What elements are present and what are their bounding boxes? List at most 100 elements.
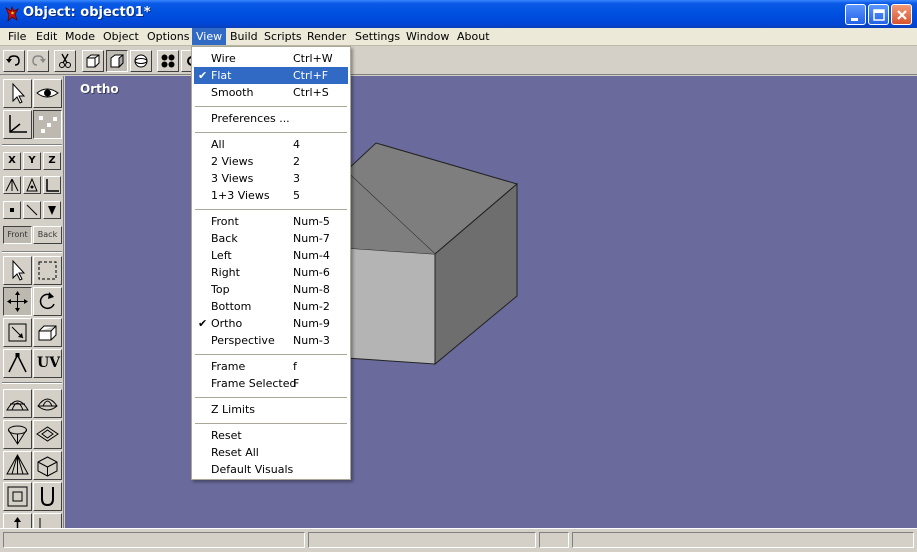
pivot-icon [5,178,19,192]
view-menu-item-right[interactable]: Right Num-6 [194,264,348,281]
menu-edit[interactable]: Edit [32,28,61,45]
redo-button[interactable] [27,50,49,72]
line-icon [26,204,38,216]
menu-render[interactable]: Render [303,28,350,45]
view-menu-item-top[interactable]: Top Num-8 [194,281,348,298]
menu-about[interactable]: About [453,28,494,45]
view-menu-item-frame-selected[interactable]: Frame Selected F [194,375,348,392]
mesh-dome-button[interactable] [33,389,62,418]
view-menu-item-left[interactable]: Left Num-4 [194,247,348,264]
view-menu-item-ortho[interactable]: ✔ Ortho Num-9 [194,315,348,332]
points-tool-button[interactable] [33,110,62,139]
mesh-pyramid-button[interactable] [3,451,32,480]
mesh-cone-button[interactable] [3,420,32,449]
sphere-button[interactable] [130,50,152,72]
menu-window[interactable]: Window [402,28,453,45]
view-menu-item-frame[interactable]: Frame f [194,358,348,375]
wedge-button[interactable] [33,513,62,528]
arrow-pointer-icon [12,82,26,104]
menu-item-label: Perspective [211,334,275,347]
menu-object[interactable]: Object [99,28,143,45]
view-menu-item-smooth[interactable]: Smooth Ctrl+S [194,84,348,101]
menu-view[interactable]: View [192,28,227,45]
select-tool-button[interactable] [3,79,32,108]
view-box-icon [110,54,124,69]
mesh-torus-button[interactable] [33,420,62,449]
arrow-pointer-icon [12,259,26,281]
view-menu-item-1-3-views[interactable]: 1+3 Views 5 [194,187,348,204]
move-tool-button[interactable] [3,287,32,316]
view-menu-item-reset[interactable]: Reset [194,427,348,444]
face-mode-button[interactable] [43,201,61,219]
extrude-tool-button[interactable] [33,318,62,347]
menu-item-shortcut: Num-9 [293,317,330,330]
menu-file[interactable]: File [4,28,30,45]
view-menu-item-flat[interactable]: ✔ Flat Ctrl+F [194,67,348,84]
undo-button[interactable] [3,50,25,72]
view-menu-item-reset-all[interactable]: Reset All [194,444,348,461]
menu-item-shortcut: 5 [293,189,300,202]
view-menu-item-z-limits[interactable]: Z Limits [194,401,348,418]
menu-options[interactable]: Options [143,28,193,45]
maximize-button[interactable] [868,4,889,25]
magnet-tool-button[interactable] [33,482,62,511]
menu-settings[interactable]: Settings [351,28,404,45]
point-mode-button[interactable] [3,201,21,219]
center-button[interactable] [23,176,41,194]
menu-bar: File Edit Mode Object Options View Build… [0,28,917,46]
menu-item-label: 1+3 Views [211,189,270,202]
menu-item-shortcut: Num-3 [293,334,330,347]
close-button[interactable] [891,4,912,25]
mesh-cube-button[interactable] [33,451,62,480]
menu-item-label: Frame Selected [211,377,297,390]
menu-build[interactable]: Build [226,28,262,45]
y-axis-button[interactable]: Y [23,152,41,170]
view-menu-item-back[interactable]: Back Num-7 [194,230,348,247]
cut-button[interactable] [54,50,76,72]
menu-mode[interactable]: Mode [61,28,99,45]
uv-tool-button[interactable]: UV [33,349,62,378]
corner-button[interactable] [43,176,61,194]
mesh-sphere-button[interactable] [3,389,32,418]
view-menu-item-all[interactable]: All 4 [194,136,348,153]
menu-scripts[interactable]: Scripts [260,28,306,45]
menu-item-shortcut: f [293,360,297,373]
scale-tool-button[interactable] [3,318,32,347]
z-axis-button[interactable]: Z [43,152,61,170]
view-menu-item-wire[interactable]: Wire Ctrl+W [194,50,348,67]
view-menu-item-bottom[interactable]: Bottom Num-2 [194,298,348,315]
front-button[interactable]: Front [3,226,32,244]
view-menu-item-3-views[interactable]: 3 Views 3 [194,170,348,187]
vertex-tool-button[interactable] [3,349,32,378]
minimize-button[interactable] [845,4,866,25]
view-cube-button[interactable] [82,50,104,72]
menu-item-label: 3 Views [211,172,254,185]
cut-icon [59,53,71,68]
view-menu-item-2-views[interactable]: 2 Views 2 [194,153,348,170]
edge-mode-button[interactable] [23,201,41,219]
rotate-tool-button[interactable] [33,287,62,316]
back-button[interactable]: Back [33,226,62,244]
axis-tool-button[interactable] [3,110,32,139]
status-pane-2 [308,532,536,548]
pick-tool-button[interactable] [3,256,32,285]
menu-item-shortcut: 4 [293,138,300,151]
up-arrow-button[interactable] [3,513,32,528]
marquee-tool-button[interactable] [33,256,62,285]
mesh-pyramid-icon [6,453,29,475]
mesh-frame-button[interactable] [3,482,32,511]
pivot-button[interactable] [3,176,21,194]
four-views-button[interactable] [157,50,179,72]
view-box-button[interactable] [106,50,128,72]
view-menu-item-perspective[interactable]: Perspective Num-3 [194,332,348,349]
view-menu-item-default-visuals[interactable]: Default Visuals [194,461,348,478]
x-axis-button[interactable]: X [3,152,21,170]
view-menu-item-preferences[interactable]: Preferences ... [194,110,348,127]
view-menu-item-front[interactable]: Front Num-5 [194,213,348,230]
title-bar[interactable]: Object: object01* [0,0,917,28]
view-eye-button[interactable] [33,79,62,108]
menu-item-label: Left [211,249,232,262]
menu-separator [195,209,347,210]
menu-item-label: Top [211,283,230,296]
menu-separator [195,397,347,398]
